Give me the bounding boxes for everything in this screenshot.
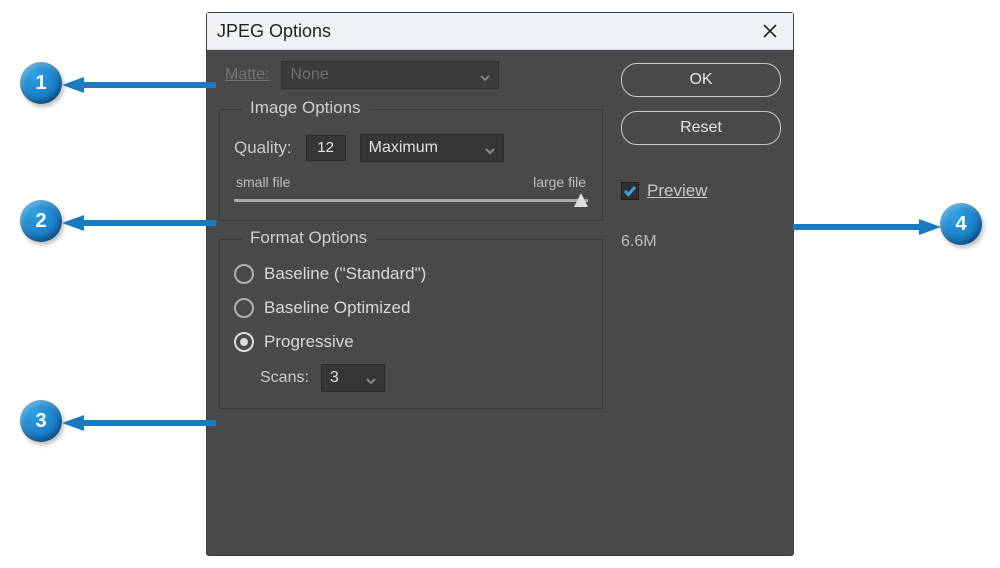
quality-slider[interactable] <box>234 196 588 204</box>
check-icon <box>624 185 636 197</box>
callout-label: 3 <box>35 410 46 433</box>
reset-button[interactable]: Reset <box>621 111 781 145</box>
radio-icon <box>234 298 254 318</box>
callout-3: 3 <box>20 400 62 442</box>
arrow-4 <box>793 219 941 235</box>
preview-checkbox[interactable] <box>621 182 639 200</box>
ok-label: OK <box>689 71 712 89</box>
format-radio-list: Baseline ("Standard") Baseline Optimized… <box>234 264 588 352</box>
preview-checkbox-row[interactable]: Preview <box>621 181 781 201</box>
titlebar: JPEG Options <box>207 13 793 50</box>
radio-label: Baseline Optimized <box>264 298 410 318</box>
radio-label: Baseline ("Standard") <box>264 264 426 284</box>
scans-row: Scans: 3 <box>260 364 588 392</box>
matte-label: Matte: <box>225 66 269 84</box>
jpeg-options-dialog: JPEG Options Matte: None <box>207 13 793 555</box>
chevron-down-icon <box>485 143 495 153</box>
reset-label: Reset <box>680 119 722 137</box>
radio-baseline-optimized[interactable]: Baseline Optimized <box>234 298 588 318</box>
format-options-group: Format Options Baseline ("Standard") Bas… <box>219 239 603 409</box>
matte-value: None <box>290 66 328 84</box>
callout-label: 4 <box>955 213 966 236</box>
radio-label: Progressive <box>264 332 354 352</box>
callout-1: 1 <box>20 62 62 104</box>
scans-dropdown[interactable]: 3 <box>321 364 385 392</box>
callout-4: 4 <box>940 203 982 245</box>
radio-icon <box>234 332 254 352</box>
slider-labels: small file large file <box>234 174 588 190</box>
quality-label: Quality: <box>234 138 292 158</box>
radio-progressive[interactable]: Progressive <box>234 332 588 352</box>
callout-label: 2 <box>35 210 46 233</box>
chevron-down-icon <box>480 70 490 80</box>
right-column: OK Reset Preview 6.6M <box>621 63 781 251</box>
matte-row: Matte: None <box>217 59 605 103</box>
image-options-title: Image Options <box>242 98 369 118</box>
callout-label: 1 <box>35 72 46 95</box>
preview-label: Preview <box>647 181 707 201</box>
close-icon <box>763 24 777 38</box>
dialog-title: JPEG Options <box>217 21 747 42</box>
slider-thumb[interactable] <box>574 193 588 207</box>
close-button[interactable] <box>747 13 793 49</box>
slider-min-label: small file <box>236 174 290 190</box>
filesize-readout: 6.6M <box>621 233 781 251</box>
arrow-2 <box>62 215 216 231</box>
scans-value: 3 <box>330 369 339 387</box>
radio-baseline-standard[interactable]: Baseline ("Standard") <box>234 264 588 284</box>
quality-preset-value: Maximum <box>369 139 438 157</box>
image-options-group: Image Options Quality: 12 Maximum s <box>219 109 603 221</box>
arrow-1 <box>62 77 216 93</box>
quality-preset-dropdown[interactable]: Maximum <box>360 134 504 162</box>
dialog-body: Matte: None Image Options Quality: 12 <box>217 59 783 545</box>
format-options-title: Format Options <box>242 228 375 248</box>
chevron-down-icon <box>366 373 376 383</box>
slider-line <box>234 199 588 202</box>
left-column: Matte: None Image Options Quality: 12 <box>217 59 605 427</box>
radio-icon <box>234 264 254 284</box>
matte-dropdown[interactable]: None <box>281 61 499 89</box>
quality-row: Quality: 12 Maximum <box>234 134 588 162</box>
callout-2: 2 <box>20 200 62 242</box>
scans-label: Scans: <box>260 369 309 387</box>
quality-input[interactable]: 12 <box>306 135 346 161</box>
ok-button[interactable]: OK <box>621 63 781 97</box>
arrow-3 <box>62 415 216 431</box>
slider-max-label: large file <box>533 174 586 190</box>
